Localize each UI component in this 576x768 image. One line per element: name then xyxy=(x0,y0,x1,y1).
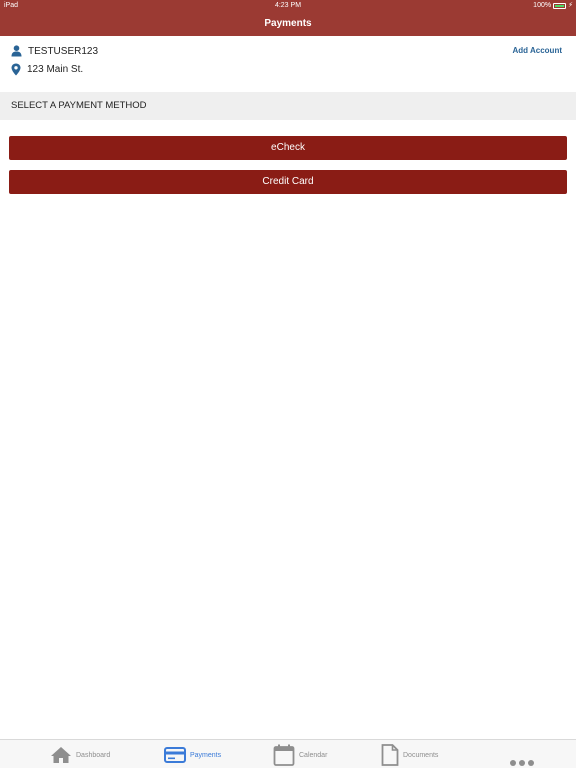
battery-icon xyxy=(553,3,567,9)
more-icon[interactable] xyxy=(510,760,534,766)
echeck-button[interactable]: eCheck xyxy=(9,136,567,160)
status-bar: iPad 4:23 PM 100% ⚡ xyxy=(0,0,576,12)
battery-percent: 100% xyxy=(533,2,552,9)
home-icon xyxy=(50,746,72,764)
status-time: 4:23 PM xyxy=(274,2,302,9)
account-address-row: 123 Main St. xyxy=(11,63,83,76)
calendar-icon xyxy=(273,744,295,766)
account-panel: TESTUSER123 123 Main St. Add Account xyxy=(0,36,576,92)
account-user-row: TESTUSER123 xyxy=(11,45,98,57)
document-icon xyxy=(381,744,399,766)
add-account-link[interactable]: Add Account xyxy=(513,46,562,55)
account-username: TESTUSER123 xyxy=(28,45,99,57)
tab-label: Calendar xyxy=(299,751,328,759)
page-title: Payments xyxy=(264,18,312,29)
payment-method-header: SELECT A PAYMENT METHOD xyxy=(0,92,576,120)
tab-calendar[interactable]: Calendar xyxy=(273,744,327,766)
tab-documents[interactable]: Documents xyxy=(381,744,438,766)
credit-card-icon xyxy=(164,747,186,763)
tab-payments[interactable]: Payments xyxy=(164,744,221,766)
person-icon xyxy=(11,45,22,57)
location-pin-icon xyxy=(11,63,21,76)
section-title: SELECT A PAYMENT METHOD xyxy=(11,100,147,111)
account-address: 123 Main St. xyxy=(27,64,84,75)
tab-label: Payments xyxy=(190,751,222,759)
charging-icon: ⚡ xyxy=(568,2,573,9)
battery-indicator: 100% ⚡ xyxy=(533,0,573,12)
tab-dashboard[interactable]: Dashboard xyxy=(50,744,110,766)
tab-label: Dashboard xyxy=(76,751,111,759)
tab-label: Documents xyxy=(403,751,439,759)
nav-bar: Payments xyxy=(0,12,576,36)
tab-bar: Dashboard Payments Calendar Documents xyxy=(0,739,576,768)
credit-card-button[interactable]: Credit Card xyxy=(9,170,567,194)
